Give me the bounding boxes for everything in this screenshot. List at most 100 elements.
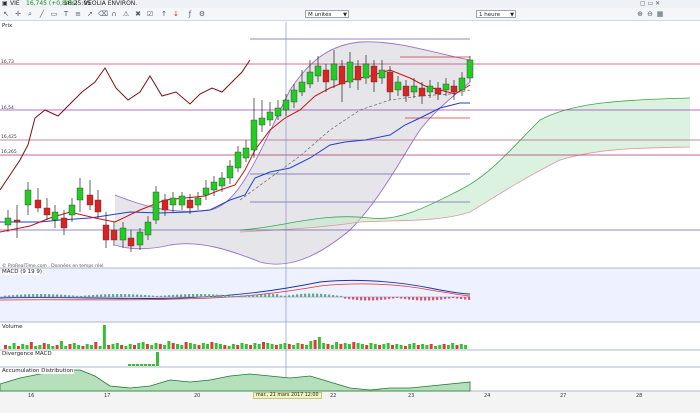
macd-histogram-bar (196, 294, 199, 297)
price-level-label: 16,73 (1, 60, 14, 65)
macd-histogram-bar (260, 294, 263, 297)
volume-bar (141, 342, 145, 349)
macd-histogram-bar (460, 297, 463, 300)
volume-bar (322, 343, 326, 349)
macd-histogram-bar (312, 293, 315, 297)
candle-body (234, 151, 242, 169)
macd-histogram-bar (448, 297, 451, 299)
volume-bar (356, 343, 360, 349)
candle-body (226, 165, 234, 179)
macd-histogram-bar (68, 295, 71, 297)
macd-histogram-bar (424, 297, 427, 301)
candle-body (354, 65, 362, 81)
macd-histogram-bar (200, 294, 203, 297)
volume-bar (94, 342, 98, 349)
candle-body (346, 61, 354, 83)
volume-bar (81, 346, 85, 349)
volume-bar (201, 343, 205, 349)
divergence-panel (0, 350, 700, 367)
volume-bar (171, 343, 175, 349)
macd-histogram-bar (252, 294, 255, 297)
macd-histogram-bar (76, 295, 79, 297)
volume-bar (438, 345, 442, 349)
volume-bar (300, 344, 304, 349)
macd-histogram-bar (324, 294, 327, 297)
volume-bar (305, 345, 308, 349)
divergence-bar (132, 364, 135, 366)
macd-histogram-bar (52, 294, 55, 297)
macd-histogram-bar (72, 295, 75, 297)
candle-body (458, 77, 466, 91)
volume-bar (38, 345, 42, 349)
accumulation-panel-title: Accumulation Distribution (1, 368, 75, 374)
volume-bar (399, 345, 403, 349)
candle-body (466, 59, 474, 79)
volume-bar (382, 344, 386, 349)
volume-bar (193, 344, 197, 349)
volume-bar (184, 342, 188, 349)
macd-histogram-bar (348, 297, 351, 300)
macd-histogram-bar (176, 294, 179, 297)
macd-histogram-bar (244, 295, 247, 297)
candle-body (178, 195, 186, 206)
macd-histogram-bar (132, 294, 135, 297)
candle-body (24, 189, 32, 206)
macd-histogram-bar (216, 294, 219, 297)
candle-body (426, 85, 434, 93)
chart-canvas[interactable] (0, 0, 700, 413)
macd-histogram-bar (236, 295, 239, 297)
candle-body (51, 211, 59, 221)
candle-body (410, 85, 418, 93)
macd-histogram-bar (188, 294, 191, 297)
macd-histogram-bar (336, 295, 339, 297)
volume-bar (210, 342, 214, 349)
macd-histogram-bar (24, 294, 27, 297)
volume-bar (90, 345, 93, 349)
macd-histogram-bar (44, 294, 47, 297)
volume-bar (408, 344, 412, 349)
volume-bar (416, 345, 420, 349)
macd-histogram-bar (144, 295, 147, 297)
volume-bar (429, 344, 433, 349)
volume-bar (206, 344, 210, 349)
volume-bar (455, 345, 459, 349)
candle-body (282, 99, 290, 111)
macd-histogram-bar (284, 295, 287, 297)
volume-bar (51, 346, 55, 349)
macd-histogram-bar (440, 297, 443, 300)
macd-histogram-bar (148, 295, 151, 297)
volume-bar (64, 346, 68, 349)
macd-histogram-bar (164, 295, 167, 297)
volume-bar (42, 343, 46, 349)
macd-histogram-bar (208, 294, 211, 297)
candle-body (378, 69, 386, 79)
macd-histogram-bar (232, 295, 235, 297)
candle-body (298, 81, 306, 93)
price-panel-title: Prix (1, 23, 14, 29)
volume-bar (85, 344, 89, 349)
volume-bar (421, 344, 425, 349)
candle-body (194, 197, 202, 206)
x-axis-label: 22 (330, 393, 337, 399)
macd-histogram-bar (420, 297, 423, 301)
macd-histogram-bar (416, 297, 419, 301)
volume-bar (339, 344, 343, 349)
volume-bar (29, 342, 33, 349)
macd-histogram-bar (468, 297, 471, 300)
crosshair-date-label: mar., 21 mars 2017 12:00 (253, 392, 322, 399)
candle-body (60, 217, 68, 229)
volume-bar (16, 346, 20, 349)
volume-bar (257, 344, 261, 349)
macd-histogram-bar (320, 293, 323, 297)
volume-bar (68, 344, 72, 349)
candle-body (202, 187, 210, 196)
volume-bar (150, 345, 154, 349)
candle-body (362, 63, 370, 79)
volume-bar (412, 343, 416, 349)
macd-histogram-bar (400, 297, 403, 299)
macd-histogram-bar (364, 297, 367, 301)
candle-body (434, 87, 442, 95)
price-level-label: 16,425 (1, 135, 17, 140)
candle-body (86, 194, 94, 206)
macd-histogram-bar (452, 297, 455, 299)
